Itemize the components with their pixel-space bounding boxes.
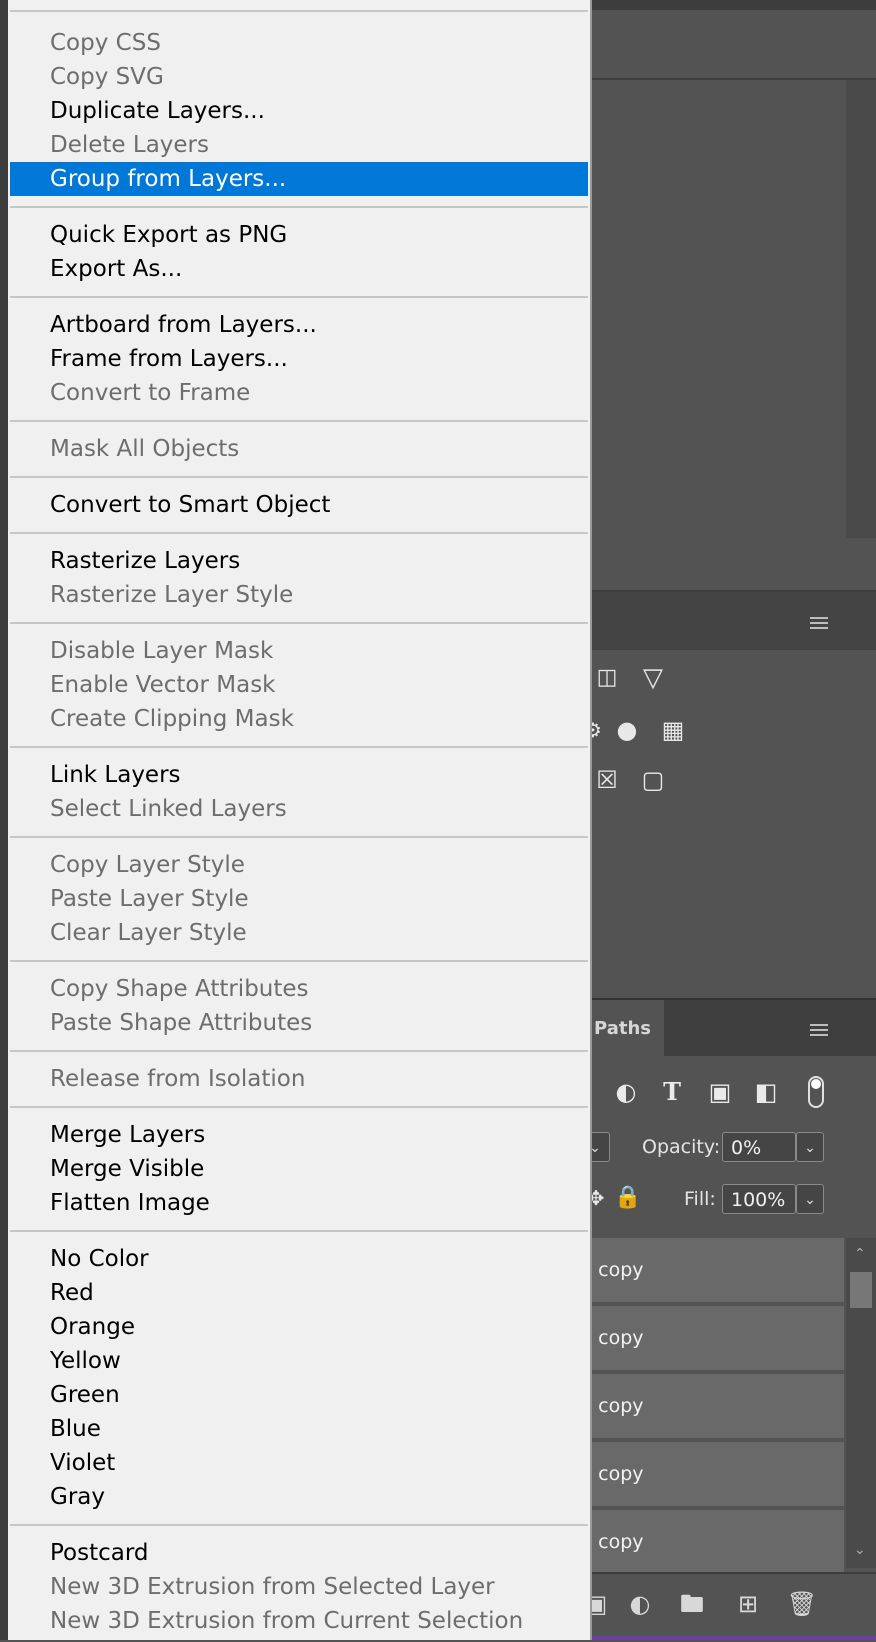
menu-item-copy-layer-style: Copy Layer Style — [50, 852, 245, 878]
menu-item-copy-svg: Copy SVG — [50, 64, 164, 90]
menu-item-flatten-image[interactable]: Flatten Image — [10, 1186, 588, 1220]
canvas-scrollbar[interactable] — [846, 80, 876, 538]
fill-dropdown[interactable]: ⌄ — [796, 1184, 824, 1214]
menu-item-blue[interactable]: Blue — [10, 1412, 588, 1446]
menu-item-paste-layer-style: Paste Layer Style — [50, 886, 249, 912]
menu-item-rasterize-layers[interactable]: Rasterize Layers — [10, 544, 588, 578]
left-edge — [0, 10, 8, 1640]
canvas-area — [580, 80, 876, 590]
layer-row[interactable]: 0 copy — [580, 1306, 844, 1370]
adjustments-panel-header — [580, 590, 876, 652]
menu-item-red[interactable]: Red — [10, 1276, 588, 1310]
menu-item-export-as[interactable]: Export As... — [10, 252, 588, 286]
menu-separator — [10, 1106, 588, 1108]
menu-item-merge-layers[interactable]: Merge Layers — [10, 1118, 588, 1152]
menu-item-artboard-from-layers[interactable]: Artboard from Layers... — [10, 308, 588, 342]
adjustment-filter-icon[interactable]: ◐ — [610, 1076, 642, 1108]
menu-item-postcard[interactable]: Postcard — [10, 1536, 588, 1570]
opacity-dropdown[interactable]: ⌄ — [796, 1132, 824, 1162]
menu-separator — [10, 960, 588, 962]
menu-item-create-clipping-mask: Create Clipping Mask — [50, 706, 294, 732]
menu-separator — [10, 746, 588, 748]
menu-item-new-3d-extrusion-from-selected-layer: New 3D Extrusion from Selected Layer — [50, 1574, 495, 1600]
tab-paths[interactable]: Paths — [580, 1000, 664, 1058]
threshold-icon[interactable]: ☒ — [590, 764, 624, 796]
menu-items: Copy CSS Copy SVG Duplicate Layers... Delet… — [8, 26, 590, 1638]
new-adjustment-layer-icon[interactable]: ◐ — [624, 1588, 656, 1620]
menu-top-separator — [10, 0, 588, 12]
layer-row[interactable]: 1 copy — [580, 1238, 844, 1302]
fill-label: Fill: — [684, 1188, 716, 1210]
exposure-icon[interactable]: ◫ — [590, 662, 624, 694]
menu-item-group-from-layers[interactable]: Group from Layers... — [10, 162, 588, 196]
menu-item-green[interactable]: Green — [10, 1378, 588, 1412]
new-group-folder-icon[interactable]: 🖿 — [676, 1588, 708, 1620]
menu-separator — [10, 1524, 588, 1526]
gradient-map-triangle-icon[interactable]: ▽ — [636, 662, 670, 694]
menu-separator — [10, 476, 588, 478]
filter-toggle[interactable] — [808, 1076, 824, 1108]
shape-filter-icon[interactable]: ▣ — [704, 1076, 736, 1108]
opacity-label: Opacity: — [642, 1136, 721, 1158]
menu-item-disable-layer-mask: Disable Layer Mask — [50, 638, 274, 664]
menu-item-violet[interactable]: Violet — [10, 1446, 588, 1480]
scroll-down-icon[interactable]: ⌄ — [854, 1542, 866, 1558]
menu-item-yellow[interactable]: Yellow — [10, 1344, 588, 1378]
fill-input[interactable]: 100% — [722, 1184, 796, 1214]
delete-layer-trash-icon[interactable]: 🗑 — [786, 1588, 818, 1620]
menu-separator — [10, 532, 588, 534]
menu-item-paste-shape-attributes: Paste Shape Attributes — [50, 1010, 313, 1036]
menu-item-delete-layers: Delete Layers — [50, 132, 209, 158]
menu-separator — [10, 296, 588, 298]
menu-separator — [10, 1230, 588, 1232]
layers-panel-header: Paths — [580, 998, 876, 1058]
layer-row[interactable]: 7 copy — [580, 1442, 844, 1506]
scroll-up-icon[interactable]: ⌃ — [854, 1246, 866, 1262]
menu-item-convert-to-frame: Convert to Frame — [50, 380, 251, 406]
menu-separator — [10, 1050, 588, 1052]
menu-item-copy-css: Copy CSS — [50, 30, 161, 56]
menu-item-frame-from-layers[interactable]: Frame from Layers... — [10, 342, 588, 376]
grid-icon[interactable]: ▦ — [656, 714, 690, 746]
layer-row[interactable]: 8 copy — [580, 1374, 844, 1438]
scroll-thumb[interactable] — [850, 1272, 872, 1308]
gradient-icon[interactable]: ▢ — [636, 764, 670, 796]
layers-bottom-toolbar: ▣ ◐ 🖿 ⊞ 🗑 — [580, 1572, 876, 1642]
menu-item-link-layers[interactable]: Link Layers — [10, 758, 588, 792]
menu-item-no-color[interactable]: No Color — [10, 1242, 588, 1276]
layer-row[interactable]: 5 copy — [580, 1510, 844, 1574]
opacity-input[interactable]: 0% — [722, 1132, 796, 1162]
layers-scrollbar[interactable]: ⌃ ⌄ — [846, 1238, 876, 1568]
layer-context-menu: Copy CSS Copy SVG Duplicate Layers... Delet… — [8, 0, 592, 1640]
color-lookup-icon[interactable]: ● — [610, 714, 644, 746]
menu-item-clear-layer-style: Clear Layer Style — [50, 920, 247, 946]
menu-item-copy-shape-attributes: Copy Shape Attributes — [50, 976, 309, 1002]
menu-item-duplicate-layers[interactable]: Duplicate Layers... — [10, 94, 588, 128]
lock-all-icon[interactable]: 🔒 — [612, 1182, 644, 1214]
menu-item-new-3d-extrusion-from-current-selection: New 3D Extrusion from Current Selection — [50, 1608, 524, 1634]
new-layer-icon[interactable]: ⊞ — [732, 1588, 764, 1620]
type-filter-icon[interactable]: T — [656, 1076, 688, 1108]
menu-item-orange[interactable]: Orange — [10, 1310, 588, 1344]
menu-separator — [10, 206, 588, 208]
panel-menu-icon[interactable] — [810, 1024, 828, 1036]
menu-item-rasterize-layer-style: Rasterize Layer Style — [50, 582, 294, 608]
options-panel — [580, 10, 876, 80]
menu-separator — [10, 836, 588, 838]
menu-item-select-linked-layers: Select Linked Layers — [50, 796, 287, 822]
menu-item-gray[interactable]: Gray — [10, 1480, 588, 1514]
window-edge — [580, 1636, 876, 1640]
menu-item-enable-vector-mask: Enable Vector Mask — [50, 672, 276, 698]
menu-item-merge-visible[interactable]: Merge Visible — [10, 1152, 588, 1186]
smart-object-filter-icon[interactable]: ◧ — [750, 1076, 782, 1108]
menu-item-convert-to-smart-object[interactable]: Convert to Smart Object — [10, 488, 588, 522]
menu-item-release-from-isolation: Release from Isolation — [50, 1066, 306, 1092]
menu-separator — [10, 420, 588, 422]
menu-item-mask-all-objects: Mask All Objects — [50, 436, 240, 462]
panel-menu-icon[interactable] — [810, 617, 828, 629]
menu-separator — [10, 622, 588, 624]
adjustments-panel: ◫ ▽ ⚙ ● ▦ ☒ ▢ — [580, 650, 876, 995]
menu-item-quick-export-as-png[interactable]: Quick Export as PNG — [10, 218, 588, 252]
